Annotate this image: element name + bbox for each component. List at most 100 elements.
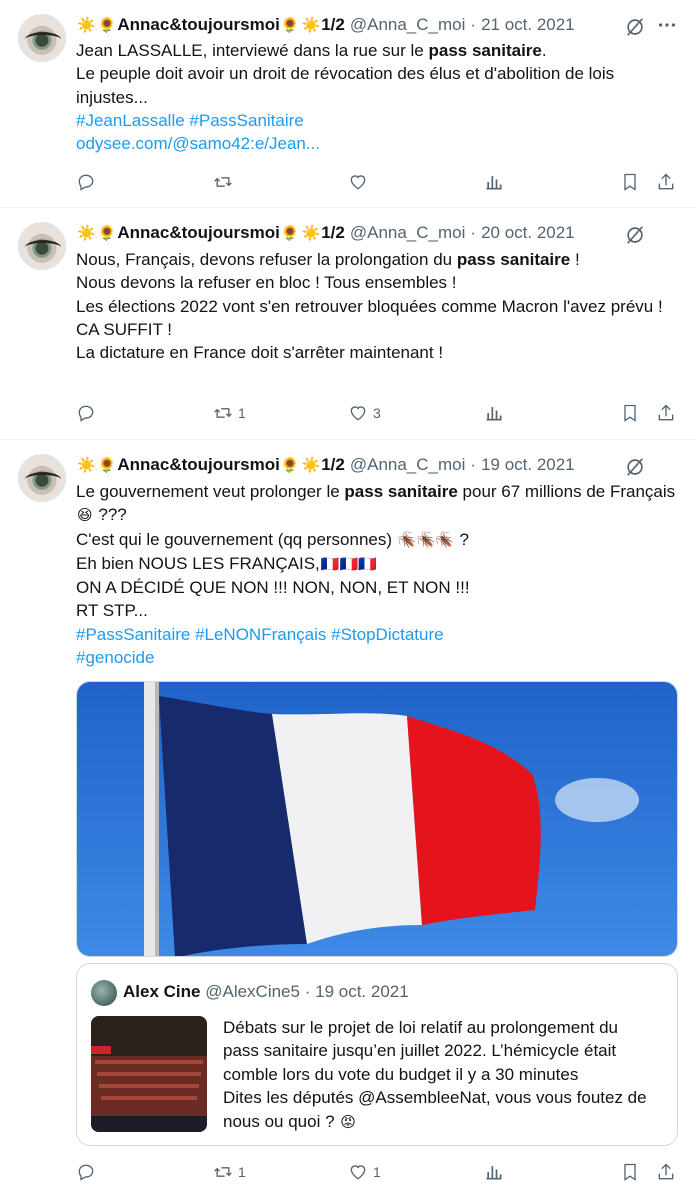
views-button[interactable] — [484, 170, 504, 194]
handle[interactable]: @Anna_C_moi — [350, 223, 466, 243]
tweet-text: Jean LASSALLE, interviewé dans la rue su… — [76, 39, 678, 155]
external-link[interactable]: odysee.com/@samo42:e/Jean... — [76, 132, 678, 155]
quote-handle[interactable]: @AlexCine5 — [205, 982, 300, 1001]
separator: · — [470, 223, 477, 242]
name-suffix: 1/2 — [321, 15, 345, 34]
name-suffix: 1/2 — [321, 223, 345, 242]
handle[interactable]: @Anna_C_moi — [350, 15, 466, 35]
handle[interactable]: @Anna_C_moi — [350, 455, 466, 475]
more-options-icon[interactable] — [656, 14, 678, 36]
sun-icon: ☀️ — [301, 17, 321, 34]
analytics-icon — [486, 176, 502, 190]
angry-face-emoji-icon: 😡 — [340, 1113, 356, 1131]
reply-button[interactable] — [76, 170, 101, 194]
action-bar: 1 1 — [76, 1160, 678, 1184]
retweet-button[interactable]: 1 — [213, 401, 246, 425]
timestamp[interactable]: 19 oct. 2021 — [481, 455, 575, 475]
share-icon — [658, 404, 674, 421]
retweet-icon — [214, 408, 232, 418]
bookmark-button[interactable] — [620, 170, 640, 194]
reply-icon — [78, 174, 94, 191]
retweet-icon — [214, 177, 232, 187]
share-button[interactable] — [656, 401, 676, 425]
name-suffix: 1/2 — [321, 455, 345, 474]
bookmark-icon — [624, 404, 636, 422]
timestamp[interactable]: 21 oct. 2021 — [481, 15, 575, 35]
sun-icon: ☀️ — [77, 457, 96, 474]
tweet-header: ☀️ 🌻 Annac&toujoursmoi 🌻 ☀️ 1/2 @Anna_C_moi ·… — [76, 14, 626, 36]
french-flag-photo — [77, 682, 677, 956]
share-icon — [658, 1163, 674, 1180]
tweet-header: ☀️ 🌻 Annac&toujoursmoi 🌻 ☀️ 1/2 @Anna_C_moi ·… — [76, 454, 626, 476]
sunflower-icon: 🌻 — [280, 17, 300, 34]
retweet-button[interactable] — [213, 170, 238, 194]
sun-icon: ☀️ — [77, 17, 96, 34]
cockroach-emoji-icon: 🪳🪳🪳 — [397, 531, 454, 549]
separator: · — [470, 455, 477, 474]
sun-icon: ☀️ — [301, 225, 321, 242]
grok-icon[interactable] — [624, 224, 646, 246]
sun-icon: ☀️ — [77, 225, 96, 242]
heart-icon — [350, 406, 366, 421]
display-name[interactable]: Annac&toujoursmoi — [117, 223, 279, 243]
quote-text: Débats sur le projet de loi relatif au p… — [223, 1018, 647, 1131]
reply-button[interactable] — [76, 1160, 101, 1184]
quote-avatar[interactable] — [91, 980, 117, 1006]
separator: · — [470, 15, 477, 34]
heart-icon — [350, 175, 366, 190]
analytics-icon — [486, 1166, 502, 1180]
display-name[interactable]: Annac&toujoursmoi — [117, 15, 279, 35]
avatar[interactable] — [18, 14, 66, 62]
sunflower-icon: 🌻 — [280, 225, 300, 242]
tweet-image[interactable] — [76, 681, 678, 957]
hashtags[interactable]: #PassSanitaire #LeNONFrançais #StopDicta… — [76, 623, 678, 646]
retweet-button[interactable]: 1 — [213, 1160, 246, 1184]
tweet-header: ☀️ 🌻 Annac&toujoursmoi 🌻 ☀️ 1/2 @Anna_C_moi ·… — [76, 222, 626, 244]
hemicycle-thumbnail — [91, 1016, 207, 1132]
reply-icon — [78, 1164, 94, 1181]
avatar[interactable] — [18, 222, 66, 270]
tweet[interactable]: ☀️ 🌻 Annac&toujoursmoi 🌻 ☀️ 1/2 @Anna_C_moi ·… — [0, 0, 696, 208]
analytics-icon — [486, 407, 502, 421]
hashtags[interactable]: #JeanLassalle #PassSanitaire — [76, 109, 678, 132]
sunflower-icon: 🌻 — [280, 457, 300, 474]
sunflower-icon: 🌻 — [97, 17, 117, 34]
separator: · — [304, 982, 311, 1001]
grok-icon[interactable] — [624, 16, 646, 38]
quoted-tweet[interactable]: Alex Cine @AlexCine5 · 19 oct. 2021 Déba… — [76, 963, 678, 1146]
quote-timestamp[interactable]: 19 oct. 2021 — [315, 982, 409, 1001]
reply-button[interactable] — [76, 401, 101, 425]
views-button[interactable] — [484, 401, 504, 425]
sunflower-icon: 🌻 — [97, 225, 117, 242]
like-button[interactable]: 3 — [348, 401, 381, 425]
quote-video-thumbnail[interactable] — [91, 1016, 207, 1132]
display-name[interactable]: Annac&toujoursmoi — [117, 455, 279, 475]
heart-icon — [350, 1165, 366, 1180]
action-bar: 1 3 — [76, 401, 678, 425]
bookmark-button[interactable] — [620, 401, 640, 425]
france-flag-emoji-icon: 🇫🇷🇫🇷🇫🇷 — [320, 555, 377, 573]
bookmark-icon — [624, 1163, 636, 1181]
share-icon — [658, 173, 674, 190]
timestamp[interactable]: 20 oct. 2021 — [481, 223, 575, 243]
tweet[interactable]: ☀️ 🌻 Annac&toujoursmoi 🌻 ☀️ 1/2 @Anna_C_moi ·… — [0, 208, 696, 440]
share-button[interactable] — [656, 1160, 676, 1184]
hashtags[interactable]: #genocide — [76, 646, 678, 669]
retweet-icon — [214, 1167, 232, 1177]
like-button[interactable] — [348, 170, 373, 194]
laughing-emoji-icon: 😆 — [77, 507, 93, 525]
sunflower-icon: 🌻 — [97, 457, 117, 474]
bookmark-icon — [624, 173, 636, 191]
reply-icon — [78, 405, 94, 422]
bookmark-button[interactable] — [620, 1160, 640, 1184]
action-bar — [76, 170, 678, 194]
sun-icon: ☀️ — [301, 457, 321, 474]
avatar[interactable] — [18, 454, 66, 502]
share-button[interactable] — [656, 170, 676, 194]
like-button[interactable]: 1 — [348, 1160, 381, 1184]
views-button[interactable] — [484, 1160, 504, 1184]
quote-display-name[interactable]: Alex Cine — [123, 982, 200, 1001]
tweet-text: Le gouvernement veut prolonger le pass s… — [76, 480, 678, 669]
quote-header: Alex Cine @AlexCine5 · 19 oct. 2021 — [123, 982, 409, 1002]
grok-icon[interactable] — [624, 456, 646, 478]
